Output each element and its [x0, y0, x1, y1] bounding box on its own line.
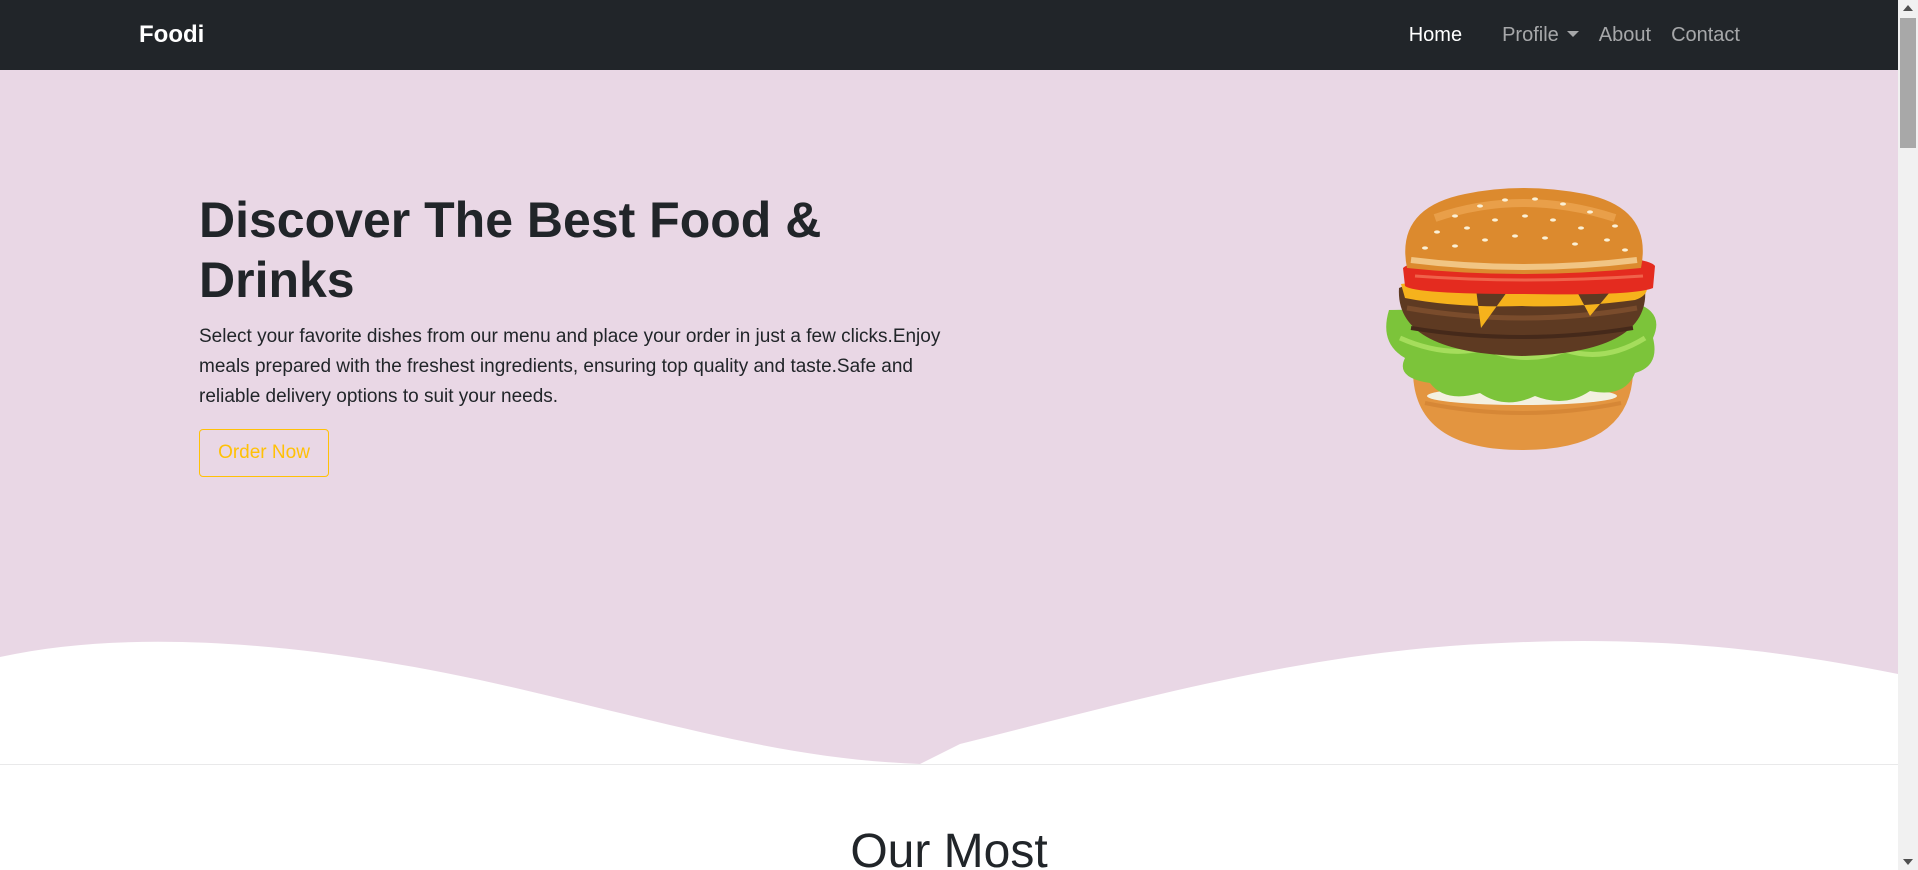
caret-down-icon	[1566, 31, 1579, 37]
nav-about[interactable]: About	[1589, 20, 1661, 50]
scroll-up-icon[interactable]	[1903, 5, 1913, 11]
nav-menu: Home Profile About Contact	[1399, 20, 1750, 50]
nav-profile-label: Profile	[1502, 24, 1559, 46]
order-now-button[interactable]: Order Now	[199, 429, 329, 477]
scroll-down-icon[interactable]	[1903, 859, 1913, 865]
section-heading: Our Most	[850, 825, 1048, 870]
page: Foodi Home Profile About Contact Discove…	[0, 0, 1898, 870]
hero-wave-divider	[0, 641, 1898, 764]
hero-description: Select your favorite dishes from our men…	[199, 326, 941, 407]
nav-profile-dropdown[interactable]: Profile	[1492, 20, 1589, 50]
hero-title: Discover The Best Food & Drinks	[199, 192, 822, 308]
nav-contact[interactable]: Contact	[1661, 20, 1750, 50]
vertical-scrollbar[interactable]	[1898, 0, 1918, 870]
brand-logo[interactable]: Foodi	[139, 20, 204, 50]
section-divider	[0, 764, 1898, 765]
burger-image	[1386, 188, 1657, 450]
hero-section: Discover The Best Food & Drinks Select y…	[0, 70, 1898, 764]
navbar: Foodi Home Profile About Contact	[0, 0, 1898, 70]
nav-home[interactable]: Home	[1399, 20, 1472, 50]
scroll-thumb[interactable]	[1900, 18, 1916, 148]
